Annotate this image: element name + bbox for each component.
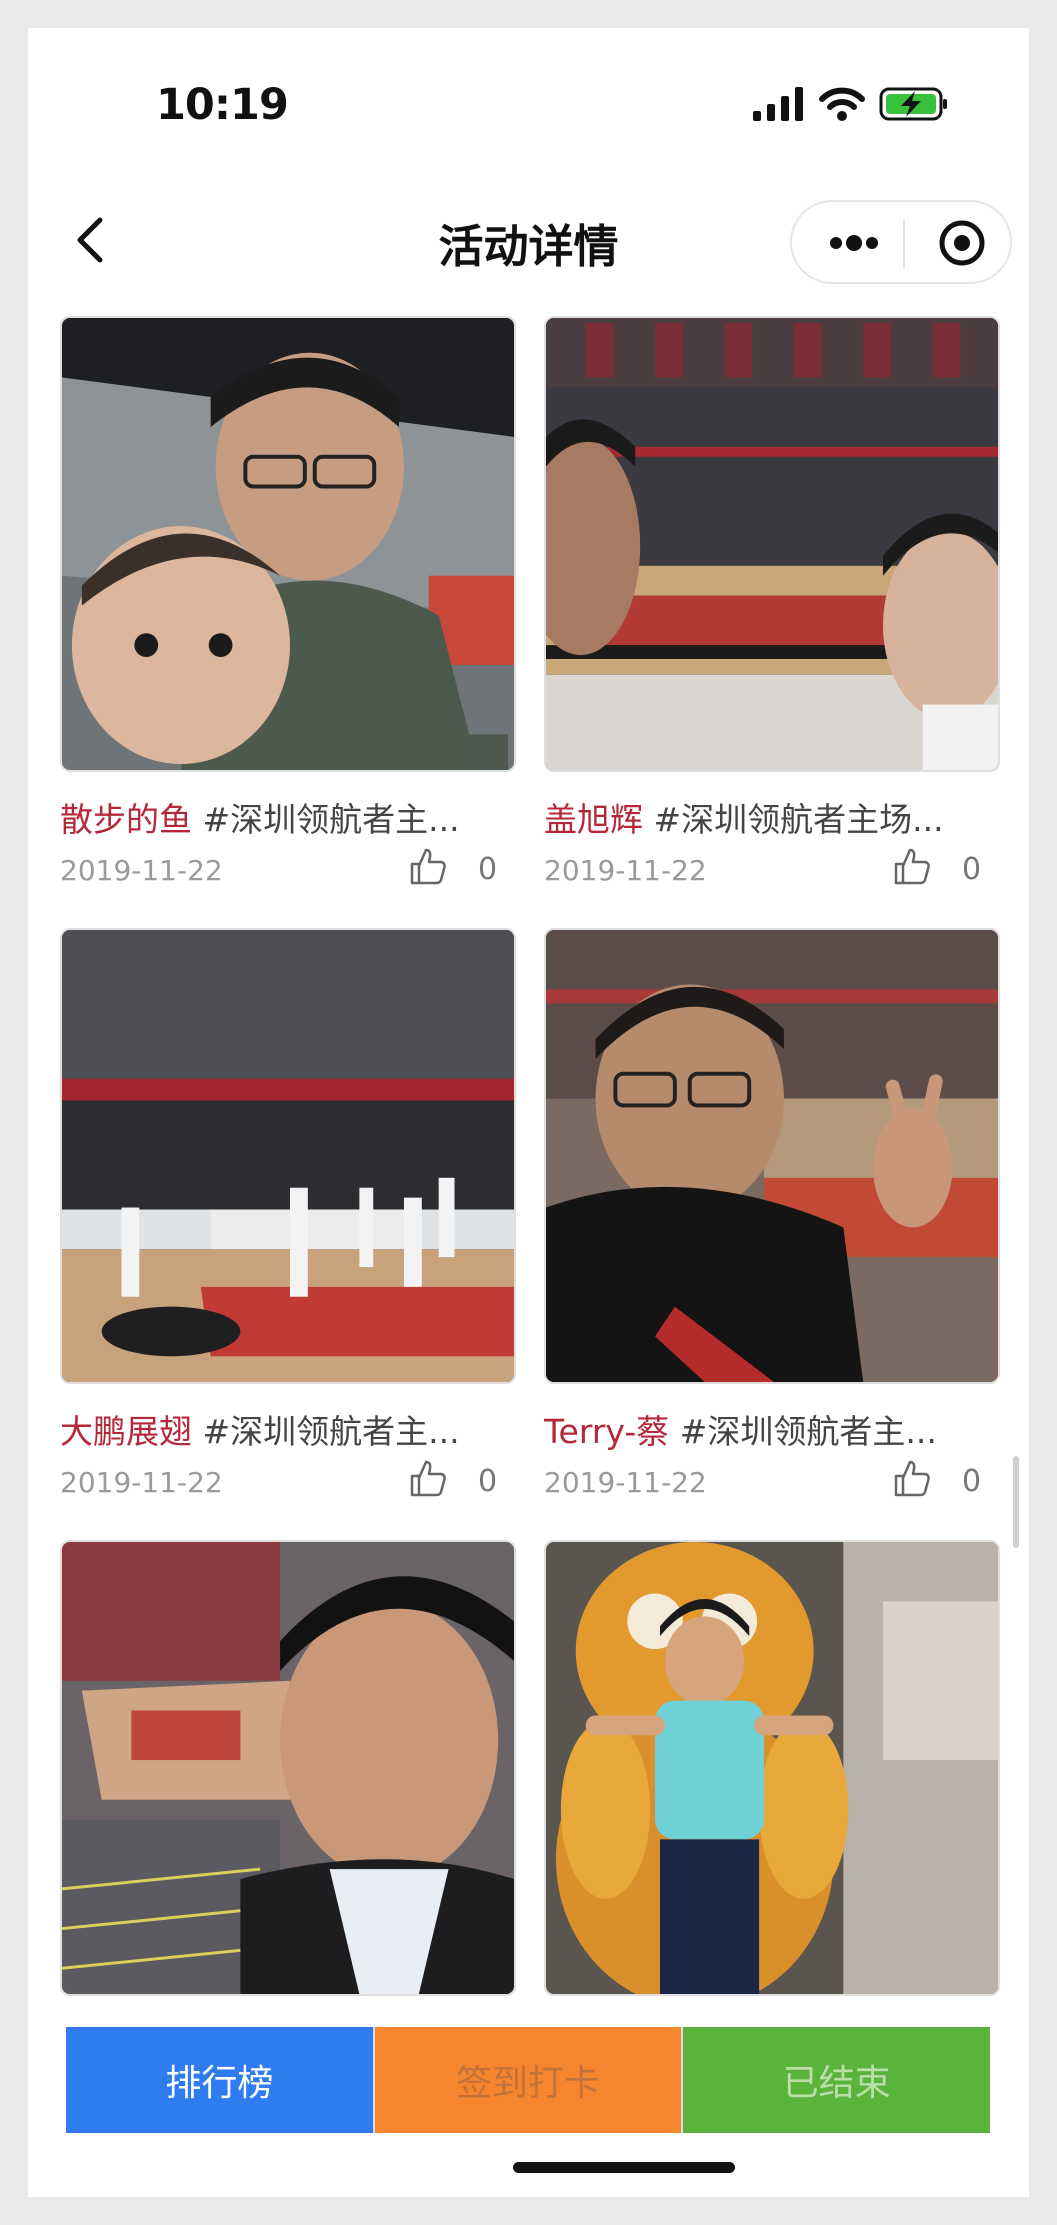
post-photo[interactable]	[544, 1540, 1000, 1996]
like-count: 0	[962, 852, 982, 887]
post-date: 2019-11-22	[60, 854, 223, 887]
more-button[interactable]	[814, 214, 894, 272]
post-photo[interactable]	[544, 928, 1000, 1384]
arena-man-selfie-photo	[62, 1542, 514, 1994]
scroll-indicator[interactable]	[1013, 1456, 1019, 1548]
post-caption: Terry-蔡 #深圳领航者主...	[544, 1410, 1000, 1454]
post-author[interactable]: Terry-蔡	[544, 1412, 669, 1451]
like-count: 0	[478, 1464, 498, 1499]
post-photo[interactable]	[60, 1540, 516, 1996]
post-caption: 大鹏展翅 #深圳领航者主...	[60, 1410, 516, 1454]
thumbs-up-icon	[894, 848, 930, 885]
post-author[interactable]: 盖旭辉	[544, 800, 643, 839]
miniprogram-capsule	[790, 200, 1012, 284]
phone-screen: 10:19 活动详情 散步的鱼 #深圳领航者主... 2019-11-22 0 …	[28, 28, 1029, 2197]
post-photo[interactable]	[60, 316, 516, 772]
target-icon	[939, 220, 985, 266]
post-photo[interactable]	[544, 316, 1000, 772]
post-author[interactable]: 大鹏展翅	[60, 1412, 192, 1451]
ended-status-button[interactable]: 已结束	[681, 2027, 991, 2133]
like-button[interactable]	[892, 846, 932, 886]
man-peace-sign-photo	[546, 930, 998, 1382]
close-miniprogram-button[interactable]	[922, 214, 1002, 272]
like-button[interactable]	[408, 846, 448, 886]
capsule-divider	[903, 220, 905, 268]
like-button[interactable]	[892, 1458, 932, 1498]
bottom-action-bar: 排行榜 签到打卡 已结束	[66, 2027, 991, 2133]
post-photo[interactable]	[60, 928, 516, 1384]
signal-icon	[753, 87, 803, 121]
arena-warmup-photo	[62, 930, 514, 1382]
nav-bar: 活动详情	[28, 188, 1029, 298]
leaderboard-button[interactable]: 排行榜	[66, 2027, 373, 2133]
thumbs-up-icon	[410, 1460, 446, 1497]
post-date: 2019-11-22	[544, 854, 707, 887]
post-topic: #深圳领航者主场...	[643, 800, 944, 839]
arena-court-selfie-photo	[546, 318, 998, 770]
post-date: 2019-11-22	[60, 1466, 223, 1499]
post-caption: 盖旭辉 #深圳领航者主场...	[544, 798, 1000, 842]
post-topic: #深圳领航者主...	[669, 1412, 937, 1451]
thumbs-up-icon	[410, 848, 446, 885]
post-topic: #深圳领航者主...	[192, 1412, 460, 1451]
boy-with-cat-statue-photo	[546, 1542, 998, 1994]
more-dots-icon	[830, 235, 878, 251]
post-date: 2019-11-22	[544, 1466, 707, 1499]
thumbs-up-icon	[894, 1460, 930, 1497]
like-count: 0	[478, 852, 498, 887]
checkin-button[interactable]: 签到打卡	[372, 2027, 682, 2133]
like-count: 0	[962, 1464, 982, 1499]
post-topic: #深圳领航者主...	[192, 800, 460, 839]
status-time: 10:19	[156, 80, 289, 130]
status-icons	[753, 84, 949, 124]
stadium-selfie-photo	[62, 318, 514, 770]
wifi-icon	[819, 87, 865, 121]
battery-charging-icon	[879, 87, 947, 121]
like-button[interactable]	[408, 1458, 448, 1498]
status-bar: 10:19	[28, 28, 1029, 178]
post-author[interactable]: 散步的鱼	[60, 800, 192, 839]
home-indicator[interactable]	[513, 2162, 735, 2173]
post-caption: 散步的鱼 #深圳领航者主...	[60, 798, 516, 842]
